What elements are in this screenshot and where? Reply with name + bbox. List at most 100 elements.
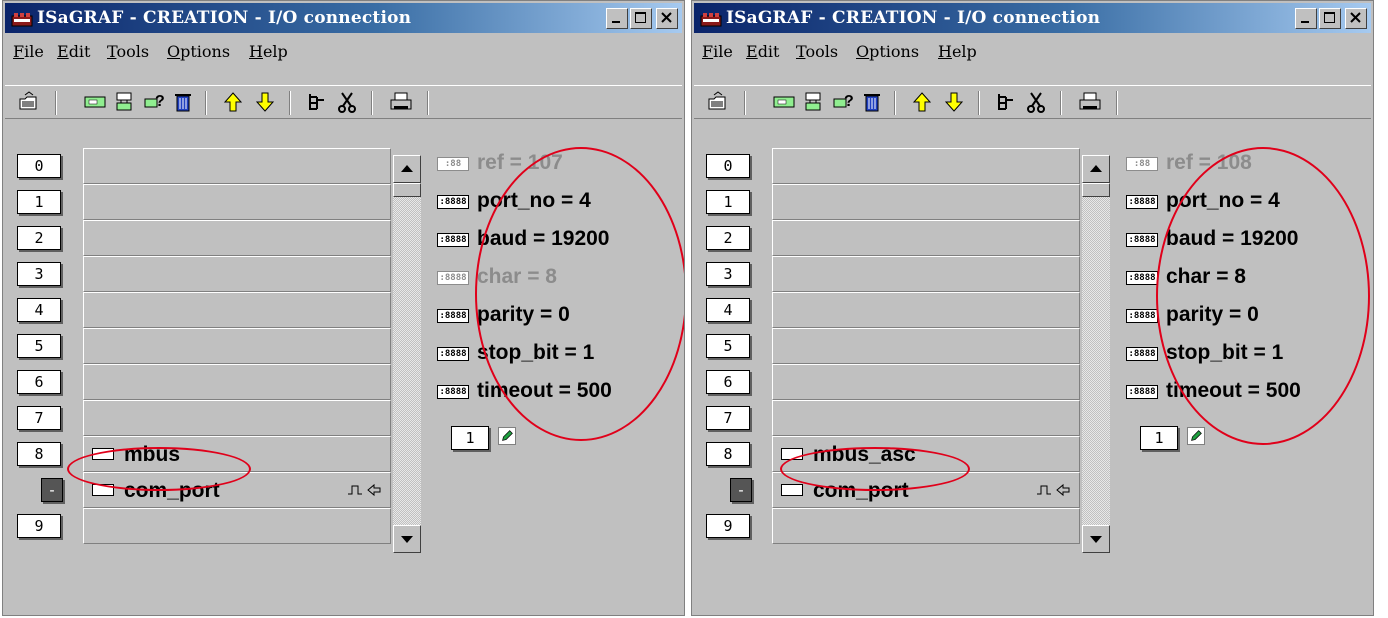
cut-icon[interactable]: [335, 91, 359, 113]
window-title: ISaGRAF - CREATION - I/O connection: [726, 8, 1101, 28]
slot-row[interactable]: [83, 364, 391, 400]
sub-slot-marker[interactable]: -: [41, 478, 63, 502]
delete-icon[interactable]: [171, 91, 195, 113]
slot-row[interactable]: [772, 364, 1080, 400]
slot-number[interactable]: 0: [17, 154, 61, 178]
help-icon[interactable]: ?: [143, 91, 167, 113]
open-icon[interactable]: [706, 91, 730, 113]
arrow-up-icon[interactable]: [910, 91, 934, 113]
channel-number[interactable]: 1: [1140, 426, 1178, 450]
slot-row[interactable]: [83, 508, 391, 544]
slot-row[interactable]: [83, 184, 391, 220]
slot-row[interactable]: [83, 400, 391, 436]
minimize-button[interactable]: [606, 8, 628, 29]
slot-number[interactable]: 8: [706, 442, 750, 466]
scroll-up-button[interactable]: [393, 155, 421, 183]
menu-help[interactable]: Help: [938, 42, 977, 61]
close-button[interactable]: [1345, 8, 1367, 29]
vertical-scrollbar[interactable]: [393, 155, 421, 553]
slot-row[interactable]: [772, 148, 1080, 184]
arrow-down-icon[interactable]: [942, 91, 966, 113]
io-connection-window-left: ISaGRAF - CREATION - I/O connection File…: [2, 0, 685, 616]
edit-icon[interactable]: [498, 427, 516, 445]
parameter-icon: :8888: [437, 347, 469, 361]
slot-row[interactable]: [83, 220, 391, 256]
slot-number[interactable]: 9: [706, 514, 750, 538]
slot-row[interactable]: [772, 400, 1080, 436]
properties-icon[interactable]: [994, 91, 1018, 113]
channel-number[interactable]: 1: [451, 426, 489, 450]
slot-row[interactable]: [83, 148, 391, 184]
com-port-icon: [781, 484, 803, 496]
arrow-down-icon[interactable]: [253, 91, 277, 113]
connect-icon[interactable]: [113, 91, 137, 113]
slot-number[interactable]: 4: [706, 298, 750, 322]
sub-slot-marker[interactable]: -: [730, 478, 752, 502]
slot-number[interactable]: 7: [706, 406, 750, 430]
help-icon[interactable]: ?: [832, 91, 856, 113]
menu-bar: File Edit Tools Options Help: [5, 35, 682, 69]
scroll-thumb[interactable]: [393, 183, 421, 197]
menu-file[interactable]: File: [702, 42, 733, 61]
print-icon[interactable]: [1078, 91, 1102, 113]
slot-row[interactable]: [83, 256, 391, 292]
slot-row[interactable]: [772, 508, 1080, 544]
edit-icon[interactable]: [1187, 427, 1205, 445]
slot-number[interactable]: 4: [17, 298, 61, 322]
close-button[interactable]: [656, 8, 678, 29]
slot-number[interactable]: 5: [706, 334, 750, 358]
slot-number[interactable]: 0: [706, 154, 750, 178]
menu-file[interactable]: File: [13, 42, 44, 61]
annotation-ellipse-board: [780, 447, 970, 491]
slot-number[interactable]: 9: [17, 514, 61, 538]
slot-number[interactable]: 6: [17, 370, 61, 394]
board-icon[interactable]: [83, 91, 107, 113]
menu-help[interactable]: Help: [249, 42, 288, 61]
slot-number[interactable]: 7: [17, 406, 61, 430]
arrow-up-icon[interactable]: [221, 91, 245, 113]
title-bar[interactable]: ISaGRAF - CREATION - I/O connection: [5, 3, 682, 33]
properties-icon[interactable]: [305, 91, 329, 113]
slot-number[interactable]: 1: [706, 190, 750, 214]
board-icon[interactable]: [772, 91, 796, 113]
slot-number[interactable]: 3: [706, 262, 750, 286]
scroll-down-button[interactable]: [393, 525, 421, 553]
vertical-scrollbar[interactable]: [1082, 155, 1110, 553]
parameter-icon: :8888: [1126, 347, 1158, 361]
slot-number[interactable]: 6: [706, 370, 750, 394]
connect-icon[interactable]: [802, 91, 826, 113]
slot-row[interactable]: [772, 184, 1080, 220]
menu-tools[interactable]: Tools: [107, 42, 149, 61]
print-icon[interactable]: [389, 91, 413, 113]
open-icon[interactable]: [17, 91, 41, 113]
maximize-icon: [1324, 12, 1335, 23]
menu-edit[interactable]: Edit: [746, 42, 779, 61]
cut-icon[interactable]: [1024, 91, 1048, 113]
slot-number[interactable]: 2: [706, 226, 750, 250]
slot-number[interactable]: 5: [17, 334, 61, 358]
slot-number[interactable]: 3: [17, 262, 61, 286]
delete-icon[interactable]: [860, 91, 884, 113]
title-bar[interactable]: ISaGRAF - CREATION - I/O connection: [694, 3, 1371, 33]
maximize-button[interactable]: [630, 8, 652, 29]
slot-row[interactable]: [83, 328, 391, 364]
slot-row[interactable]: [772, 292, 1080, 328]
menu-tools[interactable]: Tools: [796, 42, 838, 61]
slot-row[interactable]: [772, 328, 1080, 364]
slot-number[interactable]: 8: [17, 442, 61, 466]
slot-number[interactable]: 2: [17, 226, 61, 250]
scroll-thumb[interactable]: [1082, 183, 1110, 197]
menu-options[interactable]: Options: [856, 42, 919, 61]
slot-row[interactable]: [83, 292, 391, 328]
slot-number[interactable]: 1: [17, 190, 61, 214]
menu-edit[interactable]: Edit: [57, 42, 90, 61]
parameter-icon: :88: [437, 157, 469, 171]
scroll-up-button[interactable]: [1082, 155, 1110, 183]
maximize-button[interactable]: [1319, 8, 1341, 29]
scroll-down-button[interactable]: [1082, 525, 1110, 553]
menu-options[interactable]: Options: [167, 42, 230, 61]
slot-row[interactable]: [772, 220, 1080, 256]
slot-row[interactable]: [772, 256, 1080, 292]
minimize-button[interactable]: [1295, 8, 1317, 29]
menu-bar: File Edit Tools Options Help: [694, 35, 1371, 69]
